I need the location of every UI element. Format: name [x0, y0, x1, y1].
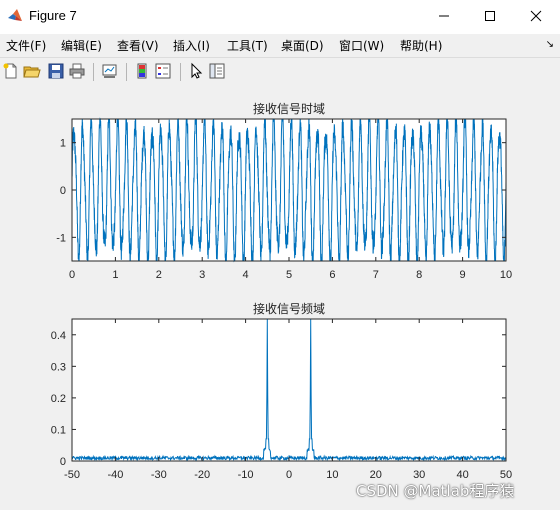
x-tick-label: -40: [107, 469, 123, 481]
x-tick-label: 0: [69, 269, 75, 281]
y-tick-label: 0.3: [51, 361, 66, 373]
edit-plot-pointer-icon[interactable]: [187, 62, 205, 80]
x-tick-label: 6: [329, 269, 335, 281]
close-icon: [530, 10, 542, 22]
x-tick-label: 9: [460, 269, 466, 281]
y-tick-label: 0.4: [51, 330, 66, 342]
y-tick-label: 0: [60, 456, 66, 468]
menu-window[interactable]: 窗口(W): [339, 37, 384, 54]
minimize-button[interactable]: [421, 0, 467, 32]
y-tick-label: 1: [60, 138, 66, 150]
figure-canvas: 接收信号时域 0 1 2 3 4 5 6 7 8 9 10 -1 0 1 接收信号频域 -50 -40 -30…: [0, 86, 560, 510]
menu-bar: 文件(F) 编辑(E) 查看(V) 插入(I) 工具(T) 桌面(D) 窗口(W…: [0, 34, 560, 56]
axes-title: 接收信号频域: [253, 301, 325, 316]
plots-svg: 接收信号时域 0 1 2 3 4 5 6 7 8 9 10-101 接收信号频域 -50 -40 -30…: [51, 101, 512, 481]
open-file-icon[interactable]: [23, 62, 41, 80]
y-tick-label: 0: [60, 185, 66, 197]
toolbar-separator: [180, 63, 181, 81]
menu-tools[interactable]: 工具(T): [227, 37, 268, 54]
x-tick-label: 7: [373, 269, 379, 281]
print-icon[interactable]: [68, 62, 86, 80]
x-tick-label: 8: [416, 269, 422, 281]
maximize-button[interactable]: [467, 0, 513, 32]
x-tick-label: 1: [112, 269, 118, 281]
x-tick-label: -50: [64, 469, 80, 481]
menu-desktop[interactable]: 桌面(D): [281, 37, 324, 54]
x-tick-label: -30: [151, 469, 167, 481]
menu-insert[interactable]: 插入(I): [173, 37, 210, 54]
y-tick-label: -1: [56, 232, 66, 244]
y-tick-label: 0.2: [51, 393, 66, 405]
menu-overflow-arrow-icon[interactable]: ↘: [546, 39, 554, 50]
title-bar: Figure 7: [0, 0, 560, 34]
menu-view[interactable]: 查看(V): [117, 37, 159, 54]
x-tick-label: 5: [286, 269, 292, 281]
insert-colorbar-icon[interactable]: [133, 62, 151, 80]
toolbar-separator: [93, 63, 94, 81]
axes-title: 接收信号时域: [253, 101, 325, 116]
x-tick-label: 10: [500, 269, 512, 281]
time-domain-axes[interactable]: 接收信号时域 0 1 2 3 4 5 6 7 8 9 10 -1 0 1: [56, 101, 512, 281]
x-tick-label: 2: [156, 269, 162, 281]
x-tick-label: -10: [238, 469, 254, 481]
frequency-domain-axes[interactable]: 接收信号频域 -50 -40 -30 -20 -10 0 10 20 30 40 5000.10.2…: [51, 301, 512, 481]
window-title: Figure 7: [29, 8, 77, 23]
link-plot-icon[interactable]: [101, 62, 119, 80]
x-tick-label: -20: [194, 469, 210, 481]
maximize-icon: [485, 11, 495, 21]
menu-file[interactable]: 文件(F): [6, 37, 46, 54]
minimize-icon: [439, 15, 449, 17]
property-inspector-icon[interactable]: [208, 62, 226, 80]
x-tick-label: 4: [243, 269, 249, 281]
watermark-text: CSDN @Matlab程序猿: [356, 482, 515, 500]
x-tick-label: 10: [326, 469, 338, 481]
save-icon[interactable]: [47, 62, 65, 80]
axes-background: [72, 319, 506, 461]
matlab-logo-icon: [8, 9, 22, 21]
close-button[interactable]: [513, 0, 559, 32]
menu-help[interactable]: 帮助(H): [400, 37, 442, 54]
x-tick-label: 3: [199, 269, 205, 281]
x-tick-label: 0: [286, 469, 292, 481]
toolbar-separator: [126, 63, 127, 81]
y-tick-label: 0.1: [51, 424, 66, 436]
toolbar: [0, 57, 560, 87]
new-figure-icon[interactable]: [2, 62, 20, 80]
menu-edit[interactable]: 编辑(E): [61, 37, 102, 54]
insert-legend-icon[interactable]: [154, 62, 172, 80]
